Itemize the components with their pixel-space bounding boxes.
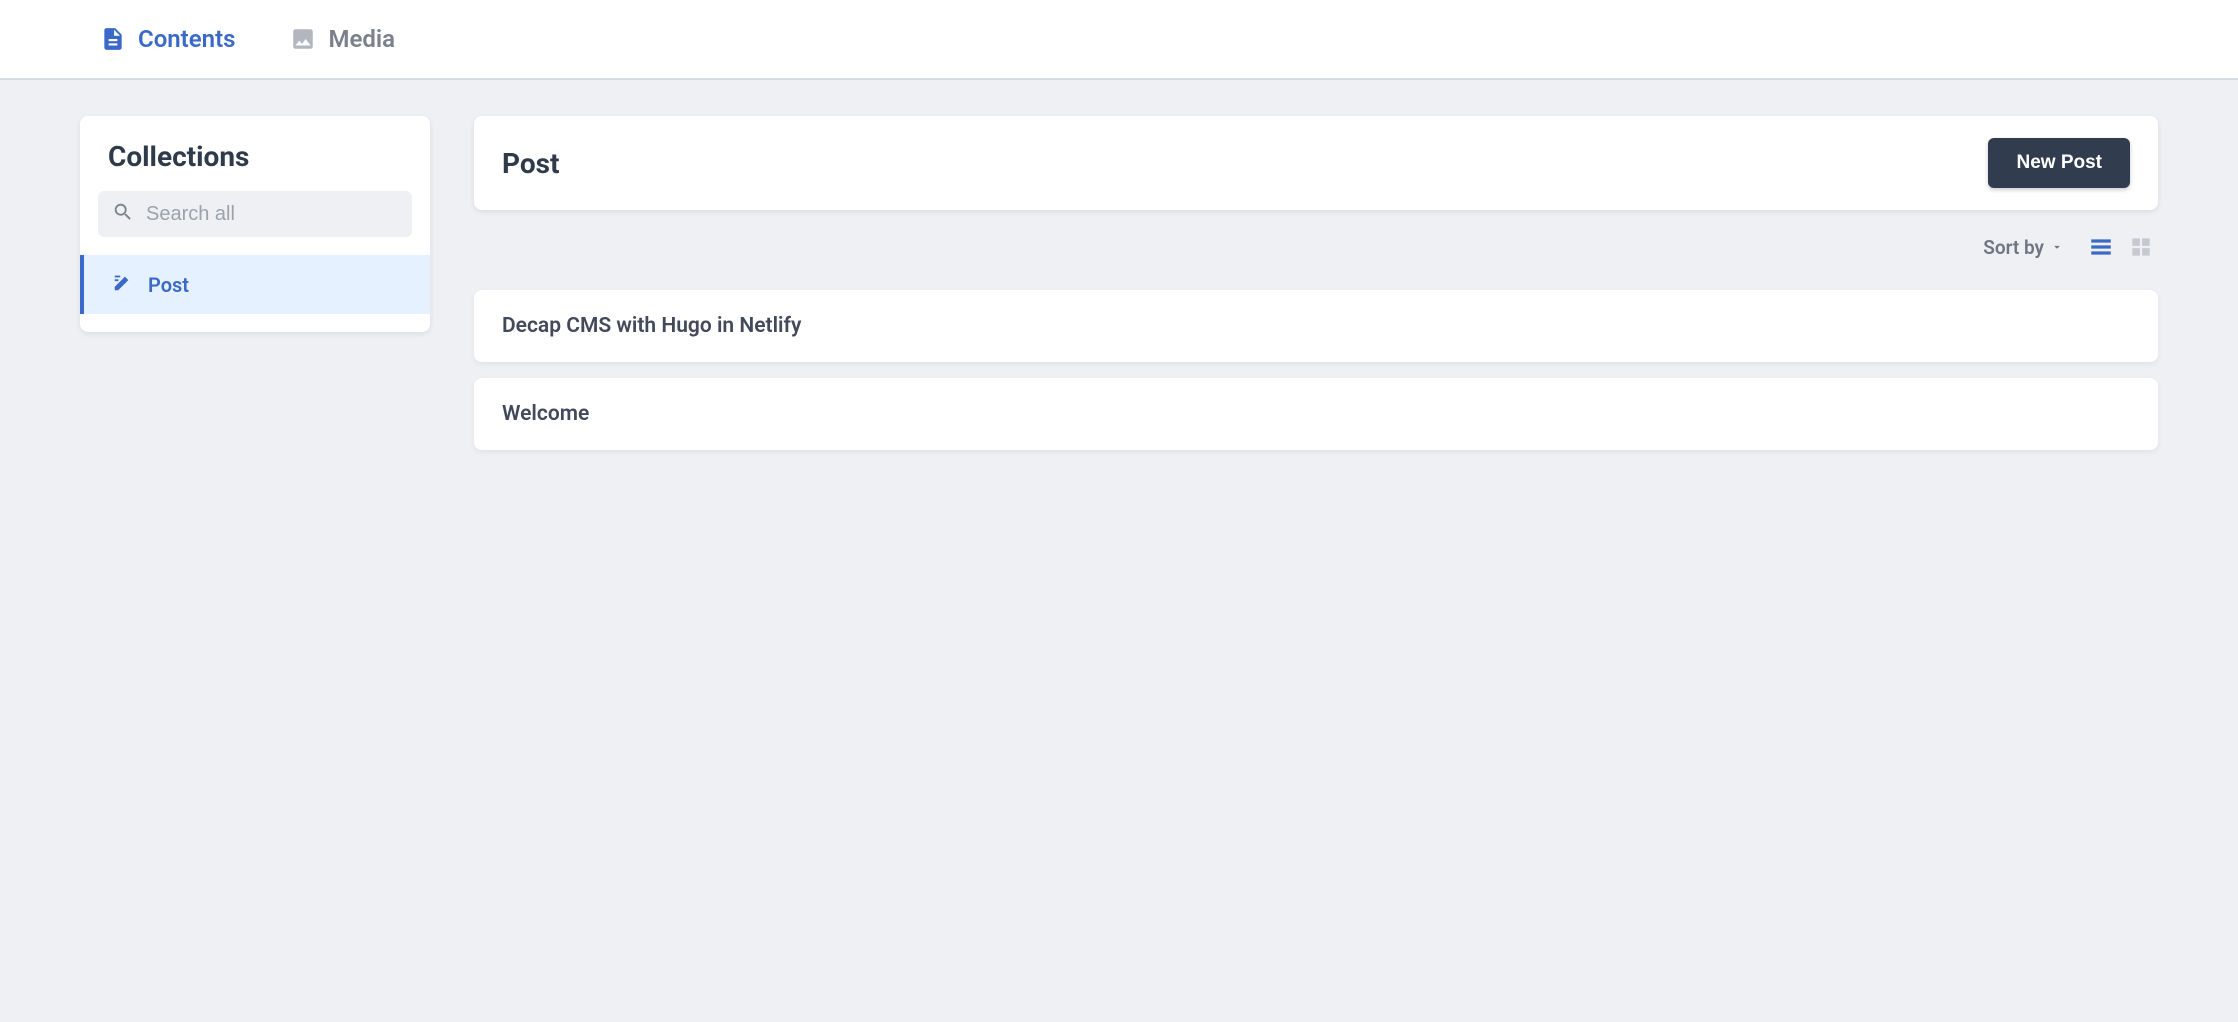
- nav-media[interactable]: Media: [290, 25, 395, 53]
- edit-icon: [112, 271, 134, 298]
- collection-title: Post: [502, 147, 560, 180]
- entry-title: Decap CMS with Hugo in Netlify: [502, 314, 801, 338]
- nav-contents[interactable]: Contents: [100, 25, 235, 53]
- list-item[interactable]: Decap CMS with Hugo in Netlify: [474, 290, 2158, 362]
- new-post-button[interactable]: New Post: [1988, 138, 2130, 188]
- sidebar-item-post[interactable]: Post: [80, 255, 430, 314]
- sort-by-dropdown[interactable]: Sort by: [1983, 236, 2064, 259]
- image-icon: [290, 26, 316, 52]
- search-wrap: [98, 191, 412, 237]
- topbar: Contents Media: [0, 0, 2238, 80]
- search-icon: [112, 201, 134, 227]
- collection-header: Post New Post: [474, 116, 2158, 210]
- main-container: Collections Post Post New Post Sort by: [0, 80, 2238, 502]
- nav-contents-label: Contents: [138, 25, 235, 53]
- view-toggle: [2088, 234, 2154, 260]
- grid-view-button[interactable]: [2128, 234, 2154, 260]
- entries-list: Decap CMS with Hugo in Netlify Welcome: [474, 290, 2158, 466]
- nav-media-label: Media: [328, 25, 395, 53]
- list-item[interactable]: Welcome: [474, 378, 2158, 450]
- sidebar: Collections Post: [80, 116, 430, 332]
- sidebar-title: Collections: [80, 116, 430, 191]
- list-view-button[interactable]: [2088, 234, 2114, 260]
- main-area: Post New Post Sort by Decap CMS wi: [474, 116, 2158, 466]
- controls-row: Sort by: [474, 228, 2158, 270]
- sort-label: Sort by: [1983, 236, 2044, 259]
- entry-title: Welcome: [502, 402, 589, 426]
- sidebar-item-label: Post: [148, 273, 189, 297]
- document-icon: [100, 26, 126, 52]
- search-input[interactable]: [146, 203, 398, 226]
- chevron-down-icon: [2050, 236, 2064, 259]
